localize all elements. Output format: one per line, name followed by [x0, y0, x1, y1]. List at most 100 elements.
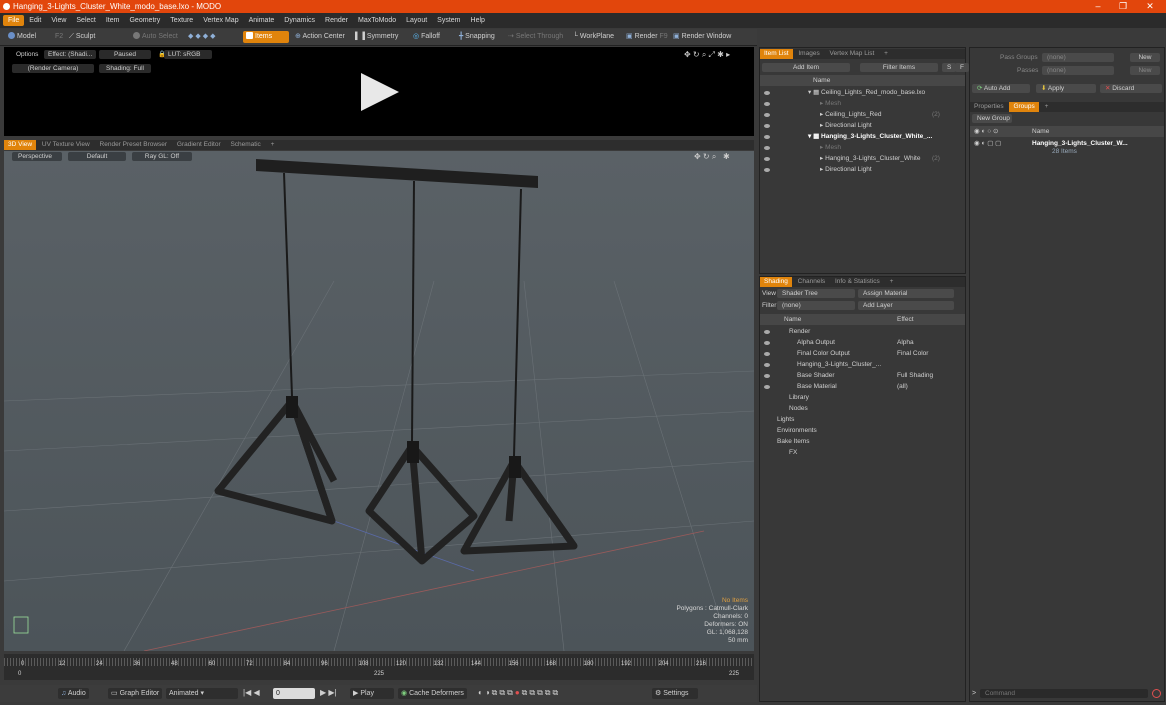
menu-render[interactable]: Render: [320, 15, 353, 26]
visibility-eye-icon[interactable]: [764, 341, 770, 345]
menu-file[interactable]: File: [3, 15, 25, 26]
tab-uv-texture-view[interactable]: UV Texture View: [38, 140, 94, 150]
shader-row[interactable]: Environments: [760, 425, 965, 436]
shading-dropdown[interactable]: Shading: Full: [99, 64, 151, 73]
passes-dropdown[interactable]: (none): [1042, 66, 1114, 75]
falloff-button[interactable]: ◎ Falloff: [410, 31, 443, 43]
new-pass-button[interactable]: New: [1130, 66, 1160, 75]
shader-row-effect[interactable]: (all): [897, 381, 908, 392]
play-icon[interactable]: [359, 71, 401, 113]
model-mode-button[interactable]: Model: [5, 31, 39, 43]
next-frame-buttons[interactable]: ▶ ▶|: [320, 688, 337, 697]
visibility-eye-icon[interactable]: [764, 363, 770, 367]
command-input[interactable]: Command: [980, 689, 1148, 698]
auto-select-button[interactable]: Auto Select: [130, 31, 181, 43]
f-button[interactable]: F: [955, 63, 969, 72]
menu-dynamics[interactable]: Dynamics: [279, 15, 320, 26]
viewport-nav-icons[interactable]: ✥ ↻ ⌕ ✱: [694, 152, 730, 162]
pass-groups-dropdown[interactable]: (none): [1042, 53, 1114, 62]
shader-row[interactable]: Final Color Output Final Color: [760, 348, 965, 359]
new-group-button[interactable]: New Group: [972, 114, 1012, 123]
menu-maxtomodo[interactable]: MaxToModo: [353, 15, 401, 26]
shader-row[interactable]: Render: [760, 326, 965, 337]
item-row[interactable]: ▸ Hanging_3-Lights_Cluster_White (2): [760, 153, 965, 164]
cache-deformers-button[interactable]: ◉ Cache Deformers: [398, 688, 467, 699]
record-icon[interactable]: [1152, 689, 1161, 698]
key-tools-icons[interactable]: ◐◑⧉⧉⧉●⧉⧉⧉⧉⧉: [478, 688, 560, 698]
tab-shading[interactable]: Shading: [760, 277, 792, 287]
render-window-button[interactable]: ▣ Render Window: [670, 31, 734, 43]
sculpt-button[interactable]: ⟋ Sculpt: [66, 31, 98, 43]
shader-row[interactable]: Bake Items: [760, 436, 965, 447]
tab-add-item-list[interactable]: +: [880, 49, 892, 59]
tab-3d-view[interactable]: 3D View: [4, 140, 37, 150]
visibility-eye-icon[interactable]: [764, 374, 770, 378]
auto-add-button[interactable]: ⟳ Auto Add: [972, 84, 1030, 93]
preview-effect-dropdown[interactable]: Effect: (Shadi...: [44, 50, 96, 59]
visibility-eye-icon[interactable]: [764, 124, 770, 128]
play-button[interactable]: ▶ Play: [350, 688, 394, 699]
filter-items-field[interactable]: Filter Items: [860, 63, 938, 72]
items-mode-button[interactable]: Items: [243, 31, 289, 43]
close-button[interactable]: ✕: [1140, 1, 1160, 12]
menu-animate[interactable]: Animate: [244, 15, 280, 26]
item-row[interactable]: ▸ Directional Light: [760, 120, 965, 131]
snapping-button[interactable]: ╋ Snapping: [456, 31, 498, 43]
3d-viewport[interactable]: Perspective Default Ray GL: Off ✥ ↻ ⌕ ✱ …: [4, 151, 754, 651]
lut-dropdown[interactable]: LUT: sRGB: [164, 50, 212, 59]
tab-vertex-map-list[interactable]: Vertex Map List: [826, 49, 879, 59]
visibility-eye-icon[interactable]: [764, 102, 770, 106]
visibility-eye-icon[interactable]: [764, 135, 770, 139]
selection-mode-icons[interactable]: ◆◆◆◆: [185, 31, 221, 43]
visibility-eye-icon[interactable]: [764, 385, 770, 389]
select-through-button[interactable]: ⇢ Select Through: [505, 31, 566, 43]
shader-row[interactable]: Alpha Output Alpha: [760, 337, 965, 348]
tab-properties[interactable]: Properties: [970, 102, 1008, 112]
restore-button[interactable]: ❐: [1113, 1, 1133, 12]
shader-row[interactable]: Base Material (all): [760, 381, 965, 392]
filter-dropdown[interactable]: (none): [777, 301, 855, 310]
assign-material-dropdown[interactable]: Assign Material: [858, 289, 954, 298]
menu-edit[interactable]: Edit: [24, 15, 46, 26]
default-style-dropdown[interactable]: Default: [68, 152, 126, 161]
menu-vertex-map[interactable]: Vertex Map: [198, 15, 243, 26]
shader-row[interactable]: Nodes: [760, 403, 965, 414]
menu-item[interactable]: Item: [101, 15, 125, 26]
audio-button[interactable]: ♫ Audio: [58, 688, 89, 699]
menu-layout[interactable]: Layout: [401, 15, 432, 26]
shader-row-effect[interactable]: Alpha: [897, 337, 914, 348]
item-row[interactable]: ▸ Mesh: [760, 98, 965, 109]
menu-view[interactable]: View: [46, 15, 71, 26]
action-center-button[interactable]: ⊕ Action Center: [292, 31, 348, 43]
tab-gradient-editor[interactable]: Gradient Editor: [173, 140, 225, 150]
raygl-toggle[interactable]: Ray GL: Off: [132, 152, 192, 161]
tab-channels[interactable]: Channels: [794, 277, 829, 287]
tab-add[interactable]: +: [267, 140, 279, 150]
visibility-eye-icon[interactable]: [764, 157, 770, 161]
visibility-eye-icon[interactable]: [764, 113, 770, 117]
preview-options-button[interactable]: Options: [12, 50, 42, 59]
graph-editor-button[interactable]: ▭ Graph Editor: [108, 688, 163, 699]
shader-row[interactable]: Base Shader Full Shading: [760, 370, 965, 381]
shader-row[interactable]: Library: [760, 392, 965, 403]
shader-row-effect[interactable]: Full Shading: [897, 370, 933, 381]
render-button[interactable]: ▣ Render F9: [623, 31, 671, 43]
view-dropdown[interactable]: Shader Tree: [777, 289, 855, 298]
animated-dropdown[interactable]: Animated ▾: [166, 688, 238, 699]
add-layer-dropdown[interactable]: Add Layer: [858, 301, 954, 310]
item-row[interactable]: ▾ ▦ Hanging_3-Lights_Cluster_White_...: [760, 131, 965, 142]
tab-add-groups[interactable]: +: [1041, 102, 1053, 112]
minimize-button[interactable]: –: [1088, 1, 1108, 11]
shader-row[interactable]: Lights: [760, 414, 965, 425]
preview-view-icons[interactable]: ✥ ↻ ⌕ ⤢ ✱ ▸: [684, 50, 730, 60]
prev-frame-buttons[interactable]: |◀ ◀: [243, 688, 260, 697]
visibility-eye-icon[interactable]: [764, 352, 770, 356]
item-row[interactable]: ▸ Ceiling_Lights_Red (2): [760, 109, 965, 120]
visibility-eye-icon[interactable]: [764, 330, 770, 334]
visibility-eye-icon[interactable]: [764, 146, 770, 150]
item-row[interactable]: ▸ Directional Light: [760, 164, 965, 175]
shader-row[interactable]: Hanging_3-Lights_Cluster_...: [760, 359, 965, 370]
menu-geometry[interactable]: Geometry: [124, 15, 165, 26]
frame-input[interactable]: 0: [273, 688, 315, 699]
add-item-dropdown[interactable]: Add Item: [762, 63, 850, 72]
